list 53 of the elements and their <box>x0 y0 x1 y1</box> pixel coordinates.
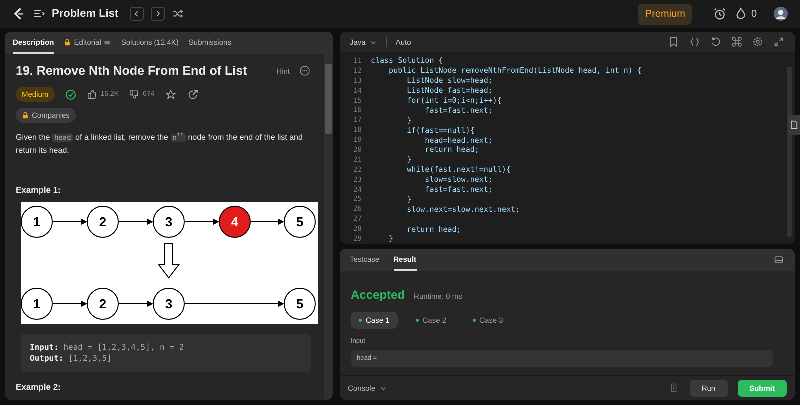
caret-icon <box>380 384 387 392</box>
example-heading: Example 1: <box>16 185 61 195</box>
notes-button[interactable] <box>788 115 800 135</box>
reset-icon[interactable] <box>710 36 722 48</box>
list-node: 1 <box>21 288 53 320</box>
list-node: 2 <box>87 288 119 320</box>
thumbs-down-icon <box>128 89 140 100</box>
down-arrow <box>158 244 180 279</box>
example-heading: Example 2: <box>16 382 61 392</box>
arrow <box>52 301 88 307</box>
arrow <box>118 219 154 225</box>
settings-icon[interactable] <box>752 36 764 48</box>
document-icon <box>789 120 799 130</box>
streak-count: 0 <box>751 8 757 20</box>
list-node: 4 <box>219 206 251 238</box>
panel-icon[interactable] <box>773 254 785 266</box>
scrollbar[interactable] <box>787 67 792 237</box>
problem-list-link[interactable]: Problem List <box>52 8 119 20</box>
thumbs-up-icon <box>86 89 98 100</box>
scrollbar[interactable] <box>324 54 333 400</box>
list-icon[interactable] <box>33 8 45 20</box>
chevron-left-icon <box>132 10 141 18</box>
lock-icon <box>64 38 72 46</box>
shuffle-icon[interactable] <box>172 8 184 20</box>
list-node: 3 <box>153 288 185 320</box>
expand-icon[interactable] <box>773 36 785 48</box>
list-node: 3 <box>153 206 185 238</box>
arrow <box>250 219 284 225</box>
lock-icon <box>22 112 29 119</box>
previous-button[interactable] <box>130 7 144 21</box>
share-icon[interactable] <box>186 88 199 100</box>
star-icon[interactable] <box>164 88 177 100</box>
avatar[interactable] <box>774 7 788 21</box>
arrow <box>118 301 154 307</box>
list-node: 1 <box>21 206 53 238</box>
premium-button[interactable]: Premium <box>638 4 692 24</box>
arrow <box>52 219 88 225</box>
caret-icon <box>370 38 377 46</box>
alarm-clock-icon[interactable] <box>713 7 728 21</box>
example-output-text: Output: [1,2,3,5] <box>30 353 113 364</box>
logo-icon[interactable] <box>12 7 26 21</box>
list-node: 2 <box>87 206 119 238</box>
bookmark-icon[interactable] <box>668 36 680 48</box>
next-button[interactable] <box>150 7 165 21</box>
status-text: Accepted <box>351 288 406 302</box>
list-node: 5 <box>284 288 316 320</box>
braces-icon[interactable] <box>689 36 701 48</box>
list-node: 5 <box>284 206 316 238</box>
example-input-text: Input: head = [1,2,3,4,5], n = 2 <box>30 342 186 353</box>
more-icon[interactable] <box>299 65 311 77</box>
problem-title: 19. Remove Nth Node From End of List <box>16 64 248 78</box>
arrow <box>184 219 220 225</box>
command-icon[interactable] <box>731 36 743 48</box>
